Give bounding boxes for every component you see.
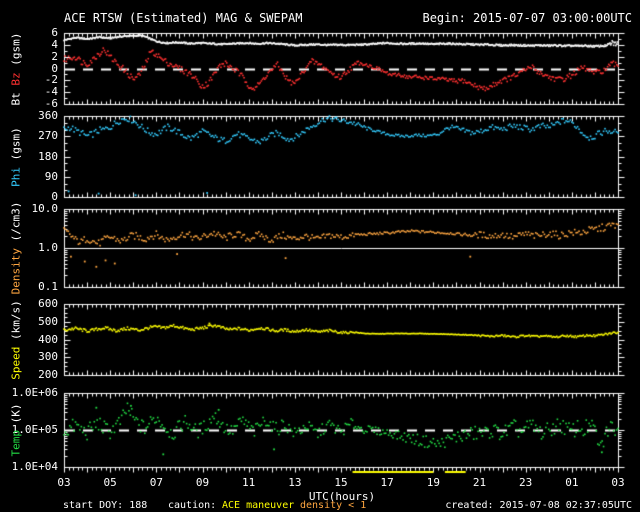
x-tick-label: 11 bbox=[242, 476, 256, 489]
x-tick-label: 07 bbox=[149, 476, 163, 489]
axis-label-part: (K) bbox=[9, 403, 23, 430]
x-tick-label: 19 bbox=[426, 476, 440, 489]
panel-y-axis-label-density: Density (/cm3) bbox=[9, 201, 23, 295]
axis-label-part: Temp bbox=[9, 430, 23, 457]
panel-y-axis-label-temp: Temp (K) bbox=[9, 403, 23, 457]
axis-label-part: (gsm) bbox=[9, 126, 23, 167]
y-tick-label-phi: 360 bbox=[38, 109, 58, 122]
x-tick-label: 17 bbox=[380, 476, 394, 489]
x-tick-label: 01 bbox=[565, 476, 579, 489]
footer-created-timestamp: created: 2015-07-08 02:37:05UTC bbox=[445, 500, 632, 511]
footer-caution-label: caution: bbox=[168, 500, 217, 511]
ace-plot-canvas bbox=[0, 0, 640, 512]
y-tick-label-temp: 1.0E+04 bbox=[11, 460, 58, 473]
panel-y-axis-label-speed: Speed (km/s) bbox=[9, 299, 23, 380]
axis-label-part: Bz bbox=[9, 71, 23, 86]
panel-y-axis-label-mag: Bt Bz (gsm) bbox=[9, 32, 23, 105]
x-tick-label: 09 bbox=[195, 476, 210, 489]
axis-label-part: (/cm3) bbox=[9, 201, 23, 248]
footer-density-flag: density < 1 bbox=[300, 500, 367, 511]
ace-rtsw-plot-window: ACE RTSW (Estimated) MAG & SWEPAM Begin:… bbox=[0, 0, 640, 512]
axis-label-part: (gsm) bbox=[9, 32, 23, 72]
begin-timestamp: Begin: 2015-07-07 03:00:00UTC bbox=[422, 11, 632, 25]
x-tick-label: 21 bbox=[472, 476, 487, 489]
footer-ace-maneuver-flag: ACE maneuver bbox=[222, 500, 295, 511]
panel-y-axis-label-phi: Phi (gsm) bbox=[9, 126, 23, 187]
x-tick-label: 03 bbox=[57, 476, 71, 489]
footer-start-doy: start DOY: 188 bbox=[63, 500, 148, 511]
axis-label-part: Speed bbox=[9, 346, 23, 380]
x-tick-label: 13 bbox=[288, 476, 302, 489]
y-tick-label-phi: 0 bbox=[51, 190, 58, 203]
axis-label-part: Density bbox=[9, 248, 23, 295]
x-tick-label: 23 bbox=[519, 476, 533, 489]
axis-label-part: (km/s) bbox=[9, 299, 23, 347]
y-tick-label-temp: 1.0E+06 bbox=[11, 386, 58, 399]
x-tick-label: 05 bbox=[103, 476, 117, 489]
axis-label-part: Phi bbox=[9, 166, 23, 187]
plot-title: ACE RTSW (Estimated) MAG & SWEPAM bbox=[64, 11, 303, 25]
x-tick-label: 15 bbox=[334, 476, 348, 489]
axis-label-part: Bt bbox=[9, 85, 23, 105]
x-tick-label: 03 bbox=[611, 476, 625, 489]
